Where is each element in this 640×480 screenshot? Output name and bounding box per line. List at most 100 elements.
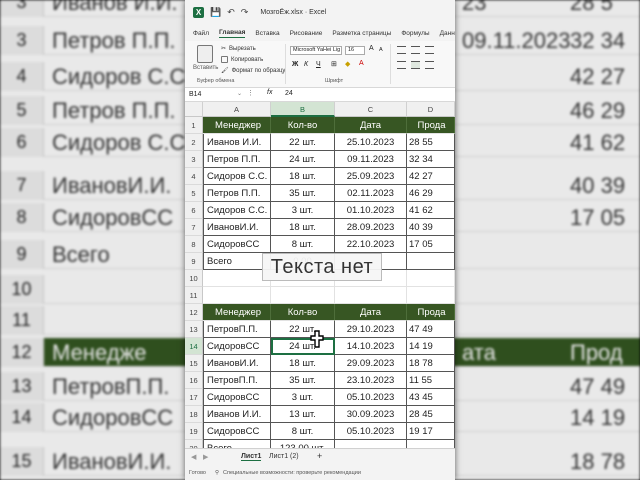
row-number[interactable]: 2 <box>185 134 203 151</box>
cell[interactable]: Иванов И.И. <box>203 406 271 423</box>
name-box[interactable]: B14 <box>189 90 231 100</box>
redo-icon[interactable]: ↷ <box>241 7 249 18</box>
cell[interactable]: 23.10.2023 <box>335 372 407 389</box>
column-header-b[interactable]: B <box>271 102 335 117</box>
cell[interactable]: 25.10.2023 <box>335 134 407 151</box>
copy-button[interactable]: Копировать <box>221 56 263 63</box>
row-number[interactable]: 14 <box>185 338 203 355</box>
align-top-icon[interactable] <box>397 46 406 54</box>
tab-4[interactable]: Разметка страницы <box>332 30 391 37</box>
scroll-right-icon[interactable]: ▶ <box>203 453 208 461</box>
cell[interactable]: 3 шт. <box>271 202 335 219</box>
cell[interactable]: Дата <box>335 117 407 134</box>
row-number[interactable]: 12 <box>185 304 203 321</box>
cell[interactable]: СидоровСС <box>203 423 271 440</box>
underline-button[interactable]: Ч <box>316 61 321 68</box>
cell[interactable]: Дата <box>335 304 407 321</box>
cell[interactable]: 40 39 <box>407 219 455 236</box>
cell[interactable]: Петров П.П. <box>203 151 271 168</box>
cell[interactable]: 18 шт. <box>271 355 335 372</box>
cell[interactable]: ПетровП.П. <box>203 372 271 389</box>
cell[interactable]: 3 шт. <box>271 389 335 406</box>
cell[interactable]: Иванов И.И. <box>203 134 271 151</box>
row-number[interactable]: 18 <box>185 406 203 423</box>
row-number[interactable]: 6 <box>185 202 203 219</box>
accessibility-icon[interactable]: ⚲ <box>215 470 219 476</box>
cell[interactable]: 41 62 <box>407 202 455 219</box>
paste-button[interactable]: Вставить <box>193 45 218 75</box>
fill-color-icon[interactable]: ◆ <box>345 60 350 68</box>
column-header-c[interactable]: C <box>335 102 407 117</box>
font-name-select[interactable]: Microsoft YaHei Lig <box>290 46 342 55</box>
cell[interactable]: 01.10.2023 <box>335 202 407 219</box>
cell[interactable]: 29.09.2023 <box>335 355 407 372</box>
cell[interactable]: 32 34 <box>407 151 455 168</box>
row-number[interactable]: 1 <box>185 117 203 134</box>
grow-font-button[interactable]: A <box>369 45 374 52</box>
row-number[interactable]: 5 <box>185 185 203 202</box>
cell[interactable]: 22 шт. <box>271 134 335 151</box>
cell[interactable] <box>407 270 455 287</box>
sheet-tab-2[interactable]: Лист1 (2) <box>269 453 299 460</box>
cell[interactable]: 28.09.2023 <box>335 219 407 236</box>
chevron-down-icon[interactable]: ⌄ <box>237 90 242 97</box>
tab-0[interactable]: Файл <box>193 30 209 37</box>
cell[interactable]: Сидоров С.С. <box>203 202 271 219</box>
cell[interactable]: ИвановИ.И. <box>203 355 271 372</box>
cell[interactable]: 22 шт. <box>271 321 335 338</box>
cell[interactable]: 18 шт. <box>271 168 335 185</box>
cell[interactable]: 24 шт. <box>271 338 335 355</box>
cell[interactable]: 11 55 <box>407 372 455 389</box>
cell[interactable]: 17 05 <box>407 236 455 253</box>
cell[interactable]: СидоровСС <box>203 338 271 355</box>
row-number[interactable]: 4 <box>185 168 203 185</box>
cell[interactable]: 13 шт. <box>271 406 335 423</box>
cell[interactable]: Прода <box>407 304 455 321</box>
cell[interactable]: 25.09.2023 <box>335 168 407 185</box>
cell[interactable]: Всего <box>203 253 271 270</box>
shrink-font-button[interactable]: A <box>379 47 383 53</box>
cell[interactable]: 43 45 <box>407 389 455 406</box>
cell[interactable]: 46 29 <box>407 185 455 202</box>
sheet-tab-1[interactable]: Лист1 <box>241 453 262 461</box>
formula-input[interactable]: 24 <box>285 90 293 97</box>
add-sheet-button[interactable]: + <box>317 451 322 461</box>
row-number[interactable]: 8 <box>185 236 203 253</box>
cell[interactable] <box>407 287 455 304</box>
cell[interactable]: Петров П.П. <box>203 185 271 202</box>
row-number[interactable]: 17 <box>185 389 203 406</box>
row-number[interactable]: 19 <box>185 423 203 440</box>
font-color-icon[interactable]: A <box>359 60 364 67</box>
tab-2[interactable]: Вставка <box>255 30 279 37</box>
cell[interactable]: 8 шт. <box>271 236 335 253</box>
cell[interactable]: 24 шт. <box>271 151 335 168</box>
cell[interactable]: СидоровСС <box>203 389 271 406</box>
cell[interactable]: Менеджер <box>203 117 271 134</box>
row-number[interactable]: 3 <box>185 151 203 168</box>
cell[interactable]: ИвановИ.И. <box>203 219 271 236</box>
cell[interactable]: 30.09.2023 <box>335 406 407 423</box>
scroll-left-icon[interactable]: ◀ <box>191 453 196 461</box>
cell[interactable]: 18 78 <box>407 355 455 372</box>
font-size-select[interactable]: 16 <box>345 46 365 55</box>
row-number[interactable]: 9 <box>185 253 203 270</box>
cell[interactable]: Кол-во <box>271 117 335 134</box>
accessibility-status[interactable]: Специальные возможности: проверьте реком… <box>223 470 361 476</box>
cell[interactable]: Прода <box>407 117 455 134</box>
cell[interactable]: ПетровП.П. <box>203 321 271 338</box>
align-left-icon[interactable] <box>397 61 406 69</box>
tab-6[interactable]: Данные <box>440 30 455 37</box>
borders-icon[interactable]: ⊞ <box>331 60 337 68</box>
align-bottom-icon[interactable] <box>425 46 434 54</box>
cell[interactable]: 05.10.2023 <box>335 423 407 440</box>
cell[interactable] <box>271 287 335 304</box>
row-number[interactable]: 10 <box>185 270 203 287</box>
cell[interactable]: 18 шт. <box>271 219 335 236</box>
cell[interactable]: СидоровСС <box>203 236 271 253</box>
cell[interactable] <box>203 287 271 304</box>
cell[interactable] <box>407 253 455 270</box>
cell[interactable]: 35 шт. <box>271 372 335 389</box>
cell[interactable]: 47 49 <box>407 321 455 338</box>
fx-icon[interactable]: fx <box>267 89 272 96</box>
cell[interactable]: 09.11.2023 <box>335 151 407 168</box>
